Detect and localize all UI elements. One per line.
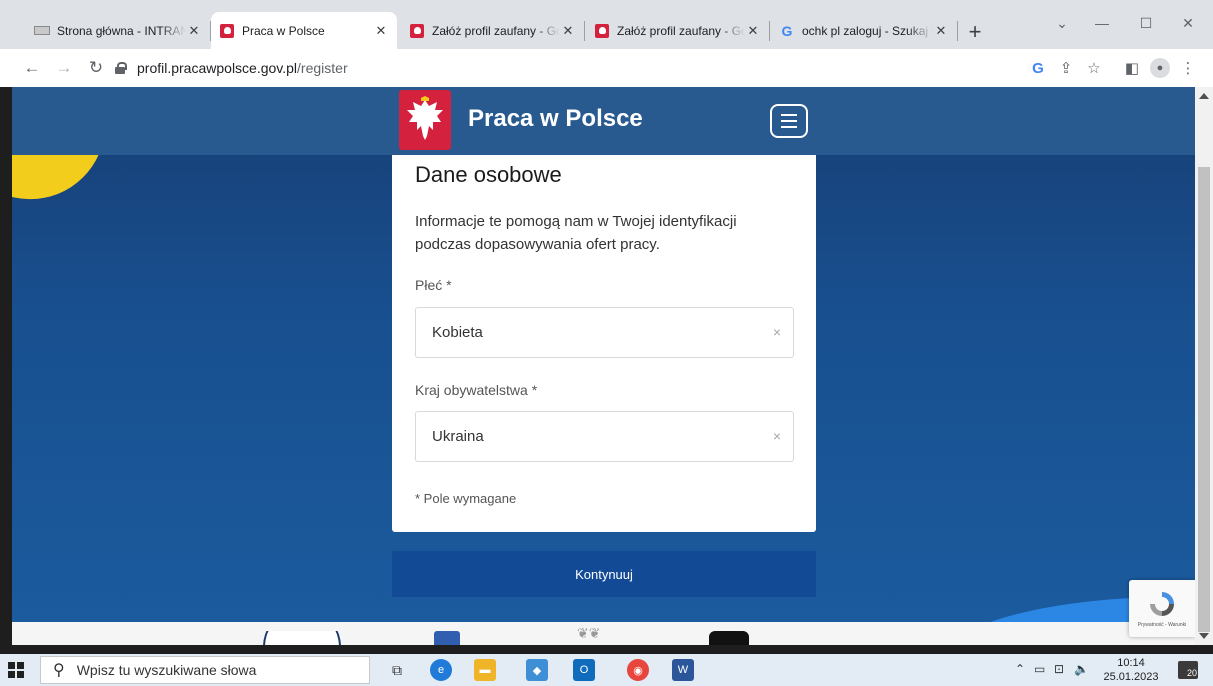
file-explorer-icon[interactable]: ▬ bbox=[474, 659, 496, 681]
chrome-icon[interactable]: ◉ bbox=[627, 659, 649, 681]
url-host: profil.pracawpolsce.gov.pl bbox=[137, 60, 298, 76]
tab-profil-zaufany-1[interactable]: Załóż profil zaufany - Gov.pl ✕ bbox=[401, 12, 585, 49]
partner-logo-emblem-icon: ❦❦ bbox=[577, 625, 601, 641]
address-bar[interactable]: profil.pracawpolsce.gov.pl/register bbox=[115, 54, 1021, 82]
taskbar-clock[interactable]: 10:14 25.01.2023 bbox=[1100, 656, 1162, 684]
tab-title: Załóż profil zaufany - Gov.pl bbox=[617, 23, 745, 38]
clear-icon[interactable]: × bbox=[773, 428, 781, 444]
gender-select[interactable]: Kobieta × bbox=[415, 307, 794, 358]
tab-title: Praca w Polsce bbox=[242, 23, 325, 38]
taskbar-search-input[interactable]: ⚲ Wpisz tu wyszukiwane słowa bbox=[40, 656, 370, 684]
menu-hamburger-button[interactable] bbox=[770, 104, 808, 138]
windows-start-icon[interactable] bbox=[8, 662, 24, 678]
site-header: Praca w Polsce bbox=[12, 87, 1195, 155]
tab-profil-zaufany-2[interactable]: Załóż profil zaufany - Gov.pl ✕ bbox=[586, 12, 770, 49]
tab-title: ochk pl zaloguj - Szukaj w Google bbox=[802, 23, 933, 38]
poland-emblem-favicon bbox=[594, 23, 610, 39]
url-path: /register bbox=[297, 60, 348, 76]
tab-google-search[interactable]: G ochk pl zaloguj - Szukaj w Google ✕ bbox=[771, 12, 958, 49]
continue-button[interactable]: Kontynuuj bbox=[392, 551, 816, 597]
personal-data-card: Dane osobowe Informacje te pomogą nam w … bbox=[392, 155, 816, 532]
browser-toolbar: ← → ↻ profil.pracawpolsce.gov.pl/registe… bbox=[0, 49, 1213, 87]
task-view-icon[interactable]: ⧉ bbox=[386, 659, 408, 681]
search-placeholder: Wpisz tu wyszukiwane słowa bbox=[76, 662, 257, 678]
country-value: Ukraina bbox=[432, 428, 484, 445]
page-scrollbar[interactable] bbox=[1195, 87, 1213, 645]
app-icon[interactable]: ◆ bbox=[526, 659, 548, 681]
windows-taskbar: ⚲ Wpisz tu wyszukiwane słowa ⧉ e ▬ ◆ O ◉… bbox=[0, 654, 1213, 686]
forward-icon[interactable]: → bbox=[52, 56, 76, 80]
clock-time: 10:14 bbox=[1117, 657, 1145, 669]
gender-label: Płeć * bbox=[415, 277, 452, 293]
clear-icon[interactable]: × bbox=[773, 324, 781, 340]
maximize-icon[interactable]: ☐ bbox=[1124, 10, 1168, 36]
partner-logo-circle-icon bbox=[263, 631, 341, 645]
recaptcha-icon bbox=[1150, 592, 1174, 616]
edge-browser-icon[interactable]: e bbox=[430, 659, 452, 681]
volume-icon[interactable]: 🔈 bbox=[1074, 662, 1089, 676]
word-icon[interactable]: W bbox=[672, 659, 694, 681]
polish-eagle-emblem-icon[interactable] bbox=[399, 90, 451, 150]
reload-icon[interactable]: ↻ bbox=[84, 56, 108, 80]
tab-intranet[interactable]: Strona główna - INTRANET ✕ bbox=[26, 12, 211, 49]
profile-avatar-icon[interactable]: ● bbox=[1148, 56, 1172, 80]
recaptcha-text[interactable]: Prywatność - Warunki bbox=[1138, 622, 1186, 628]
back-icon[interactable]: ← bbox=[20, 56, 44, 80]
partner-logo-dark-icon bbox=[709, 631, 749, 645]
country-label: Kraj obywatelstwa * bbox=[415, 382, 538, 398]
side-panel-icon[interactable]: ◧ bbox=[1120, 56, 1144, 80]
lock-icon[interactable] bbox=[115, 62, 127, 74]
poland-emblem-favicon bbox=[409, 23, 425, 39]
new-tab-button[interactable]: + bbox=[962, 19, 988, 45]
required-note: * Pole wymagane bbox=[415, 491, 517, 506]
outlook-icon[interactable]: O bbox=[573, 659, 595, 681]
recaptcha-badge[interactable]: Prywatność - Warunki bbox=[1129, 580, 1195, 637]
tray-chevron-icon[interactable]: ⌃ bbox=[1015, 662, 1025, 676]
tab-praca-w-polsce[interactable]: Praca w Polsce ✕ bbox=[211, 12, 397, 49]
scroll-up-icon[interactable] bbox=[1199, 93, 1209, 99]
tab-title: Załóż profil zaufany - Gov.pl bbox=[432, 23, 560, 38]
close-tab-icon[interactable]: ✕ bbox=[186, 23, 202, 39]
poland-emblem-favicon bbox=[219, 23, 235, 39]
country-select[interactable]: Ukraina × bbox=[415, 411, 794, 462]
site-title[interactable]: Praca w Polsce bbox=[468, 105, 643, 133]
card-heading: Dane osobowe bbox=[415, 162, 562, 187]
share-icon[interactable]: ⇪ bbox=[1054, 56, 1078, 80]
scroll-down-icon[interactable] bbox=[1199, 633, 1209, 639]
page-viewport: Praca w Polsce Dane osobowe Informacje t… bbox=[12, 87, 1195, 645]
clock-date: 25.01.2023 bbox=[1103, 671, 1159, 683]
close-tab-icon[interactable]: ✕ bbox=[745, 23, 761, 39]
close-tab-icon[interactable]: ✕ bbox=[373, 23, 389, 39]
minimize-icon[interactable]: — bbox=[1080, 10, 1124, 36]
notifications-icon[interactable]: 20 bbox=[1178, 661, 1198, 679]
tab-title: Strona główna - INTRANET bbox=[57, 23, 186, 38]
intranet-favicon bbox=[34, 23, 50, 39]
browser-menu-icon[interactable]: ⋮ bbox=[1176, 56, 1200, 80]
close-tab-icon[interactable]: ✕ bbox=[933, 23, 949, 39]
google-translate-icon[interactable]: G bbox=[1026, 56, 1050, 80]
card-description: Informacje te pomogą nam w Twojej identy… bbox=[415, 213, 737, 253]
search-icon: ⚲ bbox=[53, 662, 65, 679]
partner-logo-flag-icon bbox=[434, 631, 460, 645]
battery-icon[interactable]: ▭ bbox=[1034, 662, 1045, 676]
notification-count: 20 bbox=[1186, 668, 1197, 678]
close-tab-icon[interactable]: ✕ bbox=[560, 23, 576, 39]
close-window-icon[interactable]: ✕ bbox=[1166, 10, 1210, 36]
tab-strip: Strona główna - INTRANET ✕ Praca w Polsc… bbox=[0, 0, 1213, 49]
gender-value: Kobieta bbox=[432, 324, 483, 341]
bookmark-star-icon[interactable]: ☆ bbox=[1082, 56, 1106, 80]
scrollbar-thumb[interactable] bbox=[1198, 167, 1210, 632]
network-icon[interactable]: ⊡ bbox=[1054, 662, 1064, 676]
tab-search-icon[interactable]: ⌄ bbox=[1040, 10, 1084, 36]
google-favicon: G bbox=[781, 22, 793, 39]
